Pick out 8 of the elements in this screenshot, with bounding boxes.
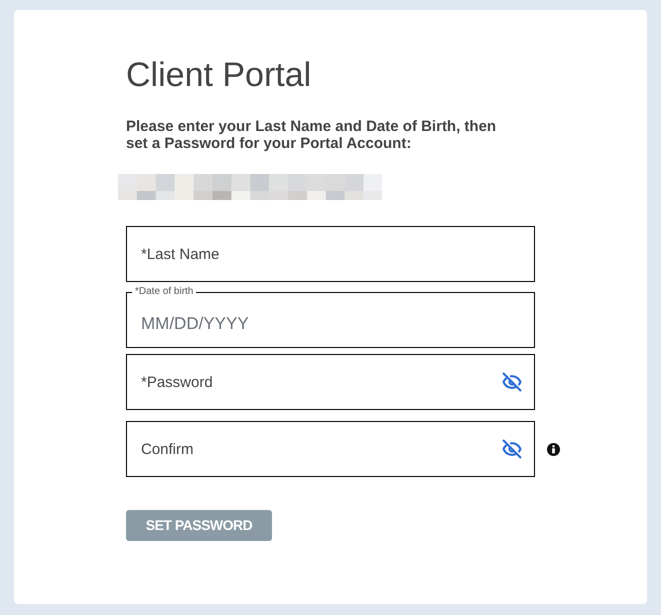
page-title: Client Portal xyxy=(126,55,312,96)
password-field[interactable]: Confirm xyxy=(126,421,535,477)
info-icon[interactable] xyxy=(547,442,560,456)
eye-slash-icon[interactable] xyxy=(502,439,522,459)
instructions-text: Please enter your Last Name and Date of Birth, then set a Password for your Portal Account: xyxy=(126,118,498,152)
eye-slash-icon[interactable] xyxy=(502,372,522,392)
text-field[interactable]: *Last Name xyxy=(126,226,535,282)
password-field[interactable]: *Password xyxy=(126,354,535,410)
